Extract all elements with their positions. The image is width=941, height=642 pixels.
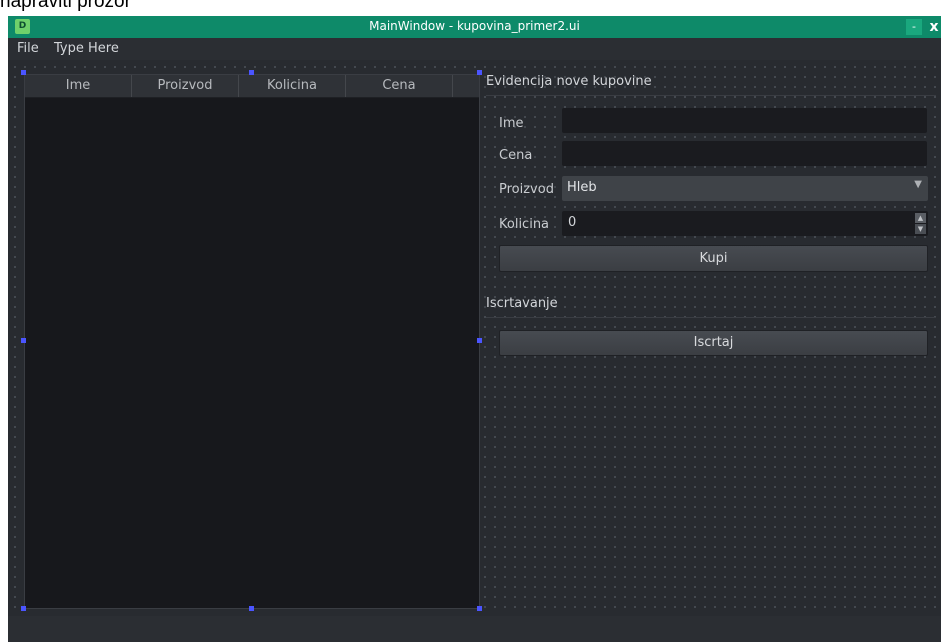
iscrtaj-button[interactable]: Iscrtaj [499, 330, 928, 356]
page-caption: napraviti prozor [0, 0, 131, 12]
selection-handle[interactable] [21, 606, 26, 611]
spin-up-icon[interactable]: ▲ [915, 213, 926, 223]
purchase-section-title: Evidencija nove kupovine [486, 74, 652, 89]
menu-file[interactable]: File [17, 41, 39, 56]
kolicina-value: 0 [568, 215, 577, 230]
window-title: MainWindow - kupovina_primer2.ui [369, 19, 580, 33]
selection-handle[interactable] [477, 338, 482, 343]
kolicina-spinbox[interactable]: 0 ▲ ▼ [562, 211, 928, 236]
minimize-button[interactable]: - [906, 19, 922, 35]
table-header: Ime Proizvod Kolicina Cena [25, 75, 479, 98]
cena-input[interactable] [562, 141, 927, 166]
selection-handle[interactable] [21, 338, 26, 343]
section-divider [486, 95, 936, 96]
drawing-section-title: Iscrtavanje [486, 296, 558, 311]
spin-down-icon[interactable]: ▼ [915, 224, 926, 234]
selection-handle[interactable] [21, 70, 26, 75]
ime-label: Ime [499, 116, 524, 131]
chevron-down-icon: ▼ [914, 179, 922, 190]
proizvod-label: Proizvod [499, 182, 554, 197]
kolicina-label: Kolicina [499, 217, 550, 232]
column-header-ime[interactable]: Ime [25, 75, 132, 97]
menu-type-here[interactable]: Type Here [54, 41, 119, 56]
kupi-button[interactable]: Kupi [499, 245, 928, 272]
status-bar [8, 616, 941, 642]
section-divider [486, 317, 936, 318]
column-header-kolicina[interactable]: Kolicina [239, 75, 346, 97]
selection-handle[interactable] [249, 70, 254, 75]
ime-input[interactable] [562, 108, 927, 133]
column-header-proizvod[interactable]: Proizvod [132, 75, 239, 97]
menu-bar: File Type Here [8, 38, 941, 60]
selection-handle[interactable] [477, 70, 482, 75]
main-window: D MainWindow - kupovina_primer2.ui - x F… [8, 16, 941, 642]
title-bar[interactable]: D MainWindow - kupovina_primer2.ui - x [8, 16, 941, 38]
close-button[interactable]: x [926, 18, 941, 36]
selection-handle[interactable] [477, 606, 482, 611]
purchases-table[interactable]: Ime Proizvod Kolicina Cena [24, 74, 480, 609]
proizvod-selected-value: Hleb [567, 180, 597, 195]
proizvod-select[interactable]: Hleb ▼ [562, 176, 928, 201]
cena-label: Cena [499, 148, 533, 163]
column-header-cena[interactable]: Cena [346, 75, 453, 97]
selection-handle[interactable] [249, 606, 254, 611]
